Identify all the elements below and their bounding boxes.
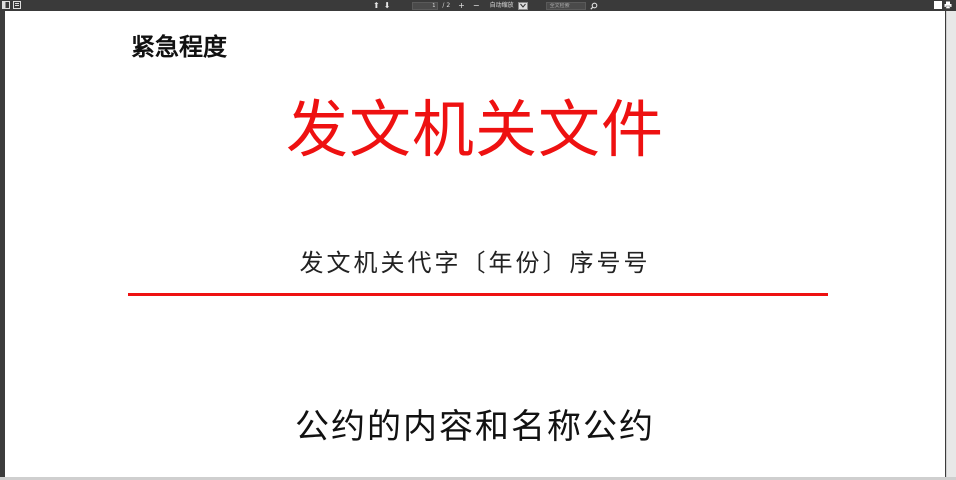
search-input[interactable]: 全文检索	[545, 1, 586, 10]
zoom-out-button[interactable]: −	[473, 1, 480, 10]
search-icon[interactable]	[589, 2, 598, 10]
document-page: 紧急程度 发文机关文件 发文机关代字〔年份〕序号号 公约的内容和名称公约	[5, 11, 945, 480]
page-total-label: / 2	[442, 2, 451, 9]
toolbar-left-group	[2, 1, 21, 9]
toolbar-navigation: ⬆ ⬇ 1 / 2 + − 自动缩放 全文检索	[373, 0, 598, 11]
document-title: 公约的内容和名称公约	[295, 407, 655, 447]
zoom-select-value[interactable]: 自动缩放	[490, 0, 514, 11]
document-outline-icon[interactable]	[13, 1, 21, 9]
toolbar-right-group	[934, 1, 952, 9]
issuing-authority-heading: 发文机关文件	[285, 93, 664, 166]
urgency-label: 紧急程度	[131, 33, 227, 61]
sidebar-toggle-icon[interactable]	[2, 1, 10, 9]
previous-page-icon[interactable]: ⬆	[373, 1, 380, 10]
zoom-dropdown-button[interactable]	[517, 1, 528, 10]
document-viewer[interactable]: 紧急程度 发文机关文件 发文机关代字〔年份〕序号号 公约的内容和名称公约	[0, 11, 956, 480]
vertical-scrollbar[interactable]	[946, 11, 956, 480]
print-icon[interactable]	[944, 1, 952, 9]
page-number-input[interactable]: 1	[412, 1, 439, 10]
red-separator-line	[128, 293, 828, 296]
chevron-down-icon	[519, 3, 526, 8]
presentation-icon[interactable]	[934, 1, 942, 9]
next-page-icon[interactable]: ⬇	[384, 1, 391, 10]
document-number: 发文机关代字〔年份〕序号号	[299, 249, 651, 277]
zoom-in-button[interactable]: +	[458, 1, 465, 10]
